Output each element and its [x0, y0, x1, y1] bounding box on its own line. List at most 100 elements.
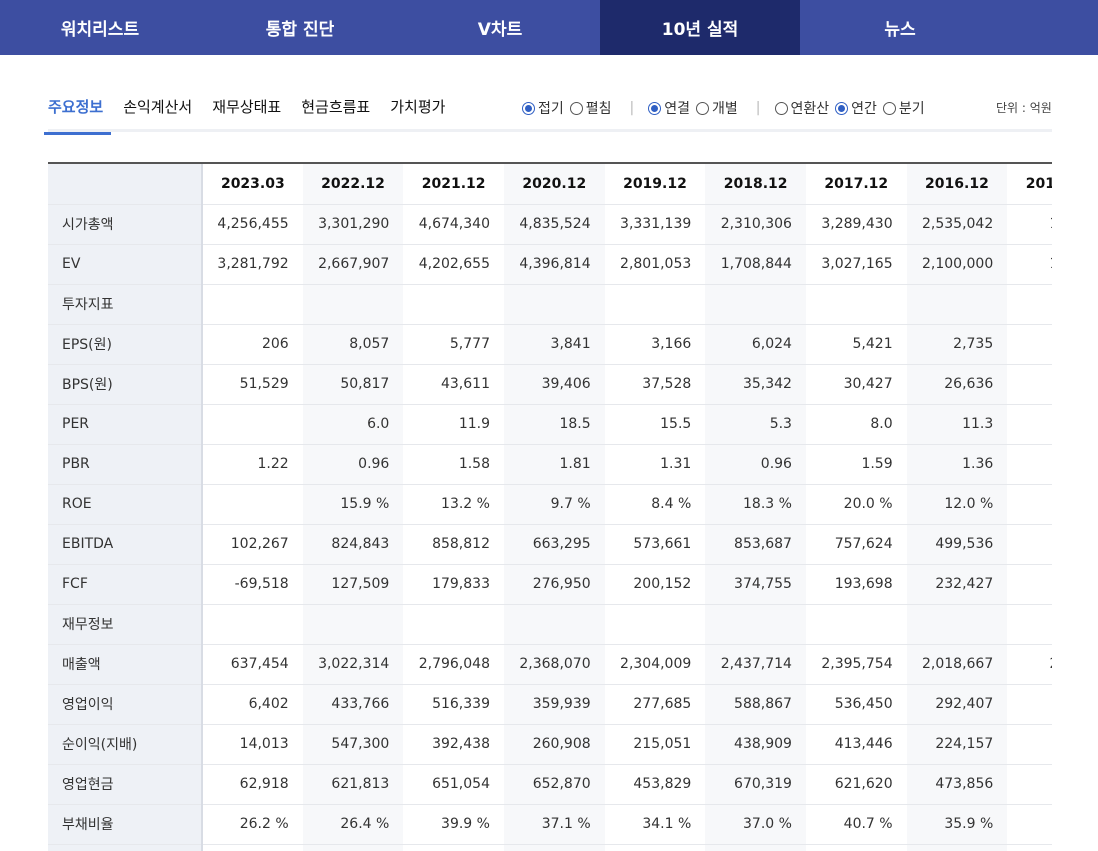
table-cell: 2,368,070 [503, 644, 605, 685]
radio-fold[interactable] [522, 101, 535, 115]
table-cell: 26,636 [906, 364, 1008, 405]
table-cell: 3,301,290 [302, 204, 404, 245]
nav-10-year-performance[interactable]: 10년 실적 [600, 0, 800, 55]
column-header: 2015.12 [1007, 164, 1052, 205]
radio-consolidated[interactable] [648, 101, 662, 115]
nav-v-chart[interactable]: V차트 [400, 0, 600, 55]
table-cell: 2,801,053 [604, 244, 706, 285]
table-row: 매출액 637,454 3,022,314 2,796,048 2,368,070 2,3… [48, 644, 1052, 685]
nav-news[interactable]: 뉴스 [800, 0, 1000, 55]
table-cell: 516,339 [403, 684, 504, 725]
option-quarterly[interactable]: 분기 [882, 98, 925, 118]
tab-balance-sheet[interactable]: 재무상태표 [212, 90, 281, 132]
option-consolidated[interactable]: 연결 [648, 98, 690, 118]
table-cell: 853,687 [705, 524, 806, 565]
nav-integrated-diagnosis[interactable]: 통합 진단 [200, 0, 400, 55]
table-cell: 39.9 % [403, 804, 504, 845]
table-cell [503, 844, 605, 851]
table-cell [202, 404, 303, 445]
table-cell: 30,427 [805, 364, 907, 405]
table-cell: 2,535,042 [906, 204, 1008, 245]
table-cell [705, 284, 806, 325]
option-annualized[interactable]: 연환산 [774, 98, 829, 118]
table-cell: 9.7 % [503, 484, 605, 525]
table-cell: 4,202,655 [403, 244, 504, 285]
table-cell: 292,407 [906, 684, 1008, 725]
table-cell: 18.5 [503, 404, 605, 445]
table-cell: 1,858, [1007, 204, 1052, 245]
table-cell: 200,152 [604, 564, 706, 605]
table-row: PBR 1.22 0.96 1.58 1.81 1.31 0.96 1.59 1.36 [48, 444, 1052, 485]
radio-quarterly[interactable] [882, 101, 896, 115]
radio-yearly[interactable] [835, 101, 849, 115]
option-yearly[interactable]: 연간 [835, 98, 877, 118]
option-separate[interactable]: 개별 [696, 98, 738, 118]
table-cell [202, 844, 303, 851]
option-quarterly-label: 분기 [898, 101, 925, 117]
table-cell [805, 284, 907, 325]
top-navigation: 워치리스트 통합 진단 V차트 10년 실적 뉴스 [0, 0, 1098, 55]
row-label: 순이익(지배) [48, 724, 204, 765]
table-cell: 11.3 [906, 404, 1008, 445]
table-cell: 392,438 [403, 724, 504, 765]
table-cell [302, 604, 404, 645]
sub-tabs: 주요정보 손익계산서 재무상태표 현금흐름표 가치평가 [43, 90, 465, 135]
table-cell: 20.0 % [805, 484, 907, 525]
table-cell: -69,518 [202, 564, 303, 605]
table-cell: 2,735 [906, 324, 1008, 365]
column-header: 2022.12 [302, 164, 404, 205]
table-cell [202, 284, 303, 325]
table-cell: 26.2 % [202, 804, 303, 845]
table-cell [805, 604, 907, 645]
option-unfold[interactable]: 펼침 [569, 98, 612, 118]
radio-separate[interactable] [696, 101, 710, 115]
table-cell [604, 604, 706, 645]
table-cell: 8,057 [302, 324, 404, 365]
table-cell: 400, [1007, 764, 1052, 805]
table-cell: 6,402 [202, 684, 303, 725]
table-cell: 652,870 [503, 764, 605, 805]
tab-income-statement[interactable]: 손익계산서 [123, 90, 192, 132]
table-cell: 34.1 % [604, 804, 706, 845]
table-row: 투자지표 [48, 284, 1052, 325]
tab-cash-flow[interactable]: 현금흐름표 [301, 90, 370, 132]
table-cell: 127,509 [302, 564, 404, 605]
table-cell: 2,018,667 [906, 644, 1008, 685]
table-cell: 35. [1007, 804, 1052, 845]
table-row: BPS(원) 51,529 50,817 43,611 39,406 37,528 35,3… [48, 364, 1052, 405]
option-fold[interactable]: 접기 [522, 98, 564, 118]
table-cell: 1.31 [604, 444, 706, 485]
table-cell: 499,536 [906, 524, 1008, 565]
table-cell: 1,518, [1007, 244, 1052, 285]
table-cell: 5,777 [403, 324, 504, 365]
table-row: EBITDA 102,267 824,843 858,812 663,295 573,66… [48, 524, 1052, 565]
table-cell: 102,267 [202, 524, 303, 565]
table-cell [403, 844, 504, 851]
row-label: PER [48, 404, 204, 445]
row-label: 매출액 [48, 644, 204, 685]
tab-key-info[interactable]: 주요정보 [43, 90, 112, 135]
table-cell: 37,528 [604, 364, 706, 405]
nav-watchlist[interactable]: 워치리스트 [0, 0, 200, 55]
table-cell: 51,529 [202, 364, 303, 405]
table-row: 부채비율 26.2 % 26.4 % 39.9 % 37.1 % 34.1 % 37.0 %… [48, 804, 1052, 845]
table-cell: 232,427 [906, 564, 1008, 605]
table-cell [1007, 604, 1052, 645]
table-cell: 260,908 [503, 724, 605, 765]
table-cell: 4,396,814 [503, 244, 605, 285]
table-row: 영업이익 6,402 433,766 516,339 359,939 277,685 588… [48, 684, 1052, 725]
table-cell [202, 604, 303, 645]
radio-annualized[interactable] [774, 101, 788, 115]
row-label: EV [48, 244, 204, 285]
table-cell: 5,421 [805, 324, 907, 365]
radio-unfold[interactable] [569, 101, 583, 115]
table-cell [906, 604, 1008, 645]
tab-valuation[interactable]: 가치평가 [390, 90, 445, 132]
table-cell: 50,817 [302, 364, 404, 405]
table-cell: 40.7 % [805, 804, 907, 845]
table-body: 시가총액 4,256,455 3,301,290 4,674,340 4,835,524… [48, 204, 1052, 851]
table-cell: 1,708,844 [705, 244, 806, 285]
table-cell: 3,841 [503, 324, 605, 365]
performance-table-container[interactable]: 2023.03 2022.12 2021.12 2020.12 2019.12 2018.… [48, 162, 1052, 851]
view-options: 접기 펼침 | 연결 개별 | 연환산 연간 분기 [522, 98, 931, 118]
